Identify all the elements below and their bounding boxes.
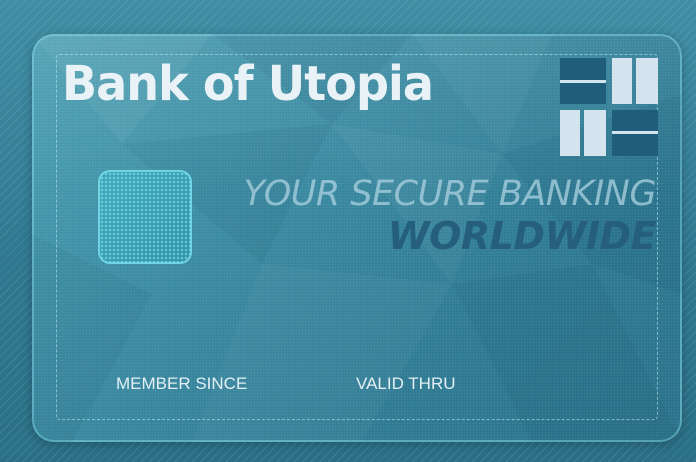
member-since-label: MEMBER SINCE <box>116 374 248 393</box>
bank-name: Bank of Utopia <box>62 56 434 112</box>
credit-card: Bank of Utopia YOUR SECURE BANKING WORLD… <box>32 34 682 442</box>
card-chip-icon <box>98 170 192 264</box>
card-background-frame: Bank of Utopia YOUR SECURE BANKING WORLD… <box>0 0 696 462</box>
tagline-line-1: YOUR SECURE BANKING <box>243 174 656 214</box>
valid-thru-label: VALID THRU <box>356 374 456 393</box>
bank-block-logo-icon <box>560 58 658 156</box>
tagline-line-2: WORLDWIDE <box>387 214 657 258</box>
